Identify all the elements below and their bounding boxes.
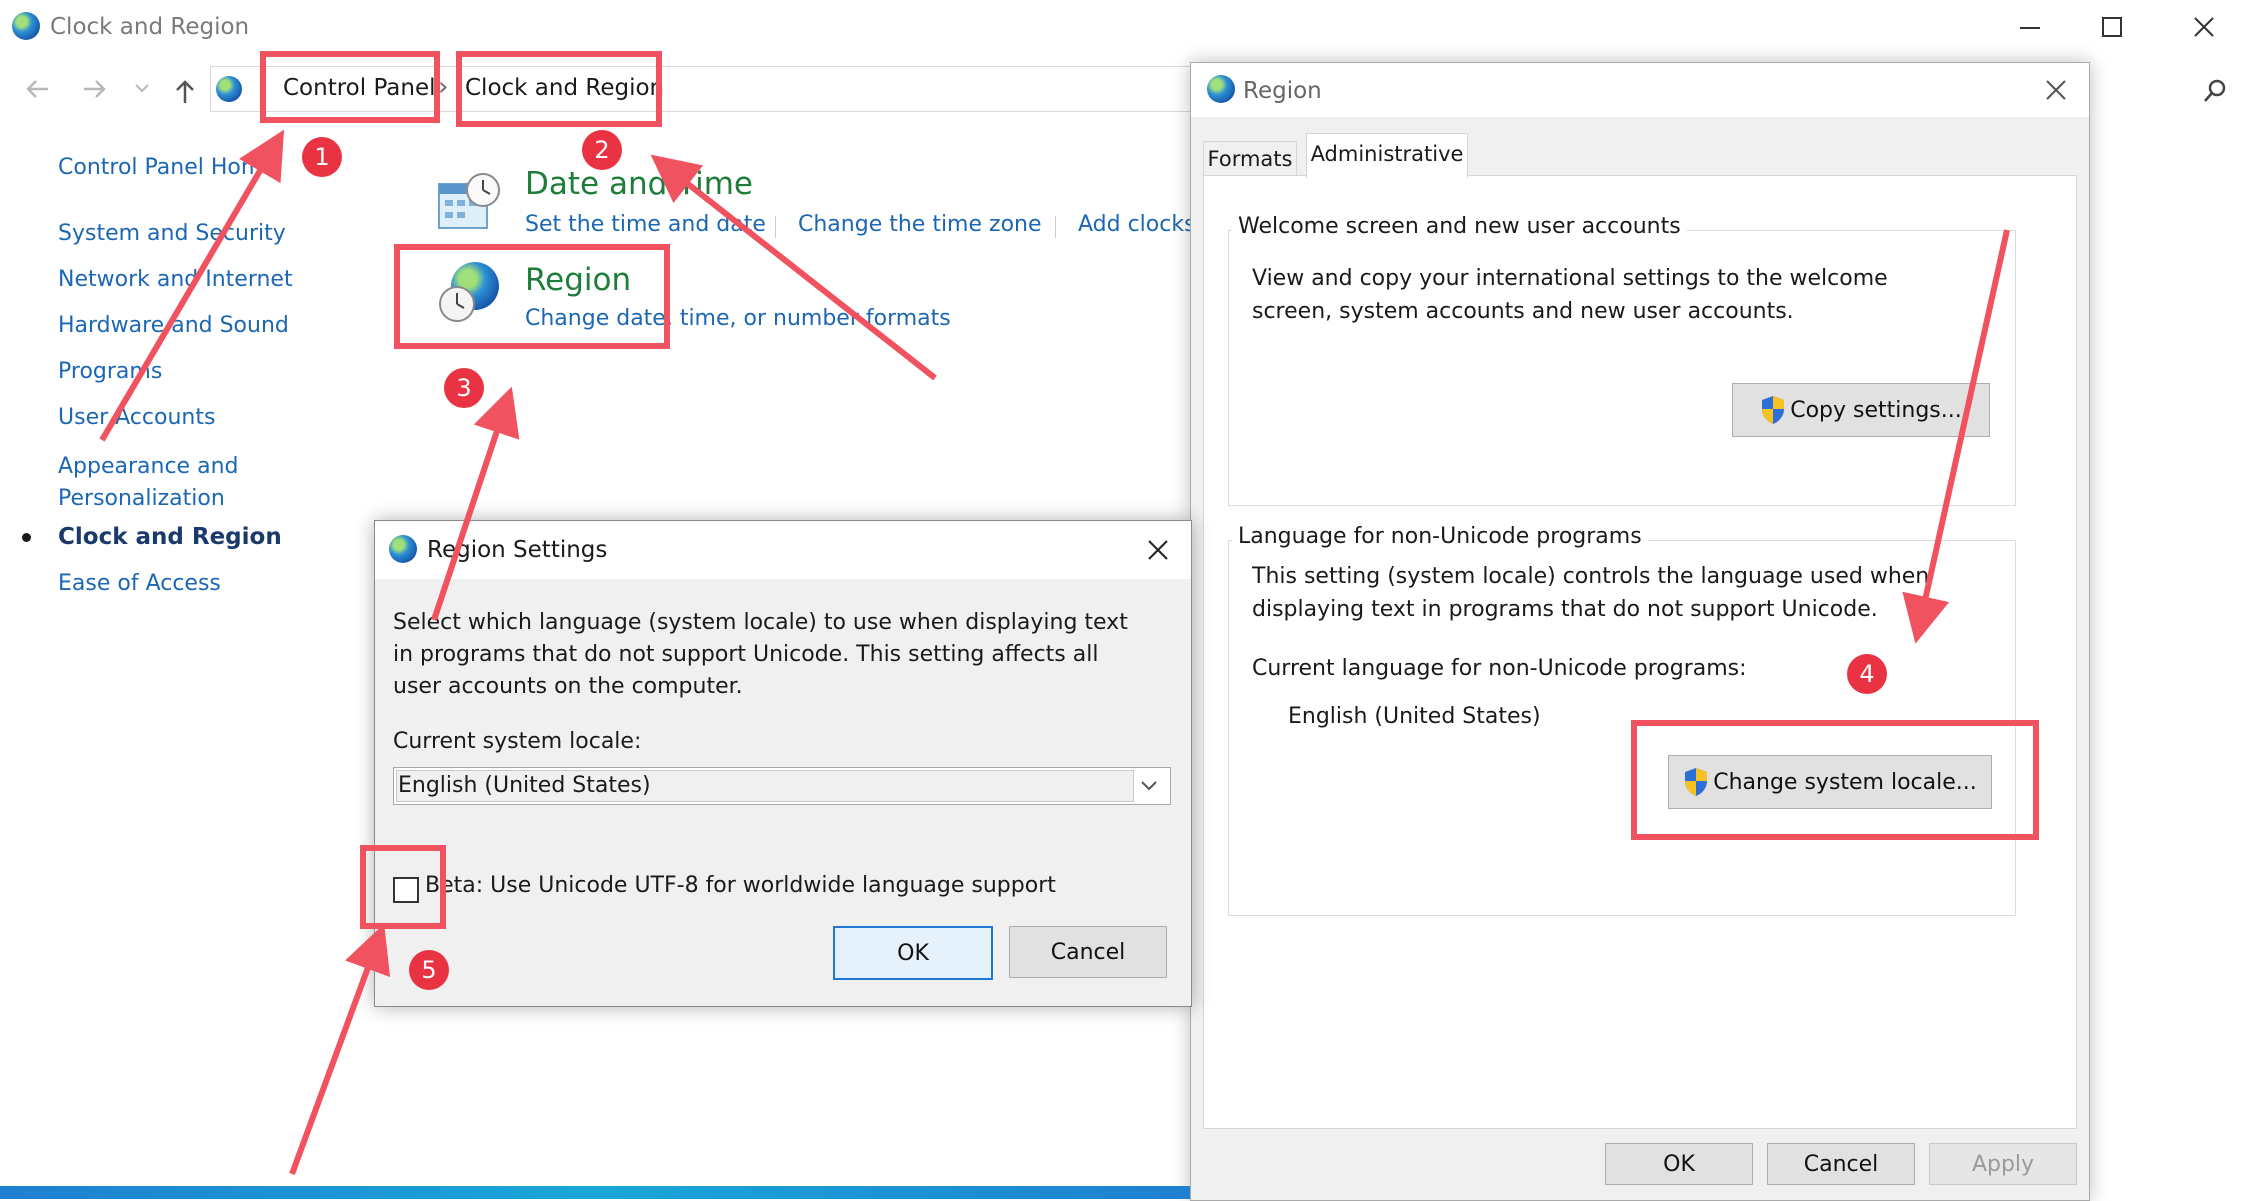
annotation-badge-2: 2 (582, 130, 622, 170)
annotation-badge-5: 5 (409, 950, 449, 990)
arrow-4 (1902, 229, 2010, 644)
annotation-badge-3: 3 (444, 368, 484, 408)
arrow-2 (650, 154, 937, 381)
annotation-arrows (99, 129, 2010, 1176)
annotation-badge-4: 4 (1847, 654, 1887, 694)
arrow-1 (99, 129, 285, 442)
arrow-3 (431, 386, 520, 621)
tab-administrative[interactable]: Administrative (1306, 133, 1468, 178)
annotation-badge-1: 1 (302, 137, 342, 177)
arrow-5 (289, 923, 391, 1176)
